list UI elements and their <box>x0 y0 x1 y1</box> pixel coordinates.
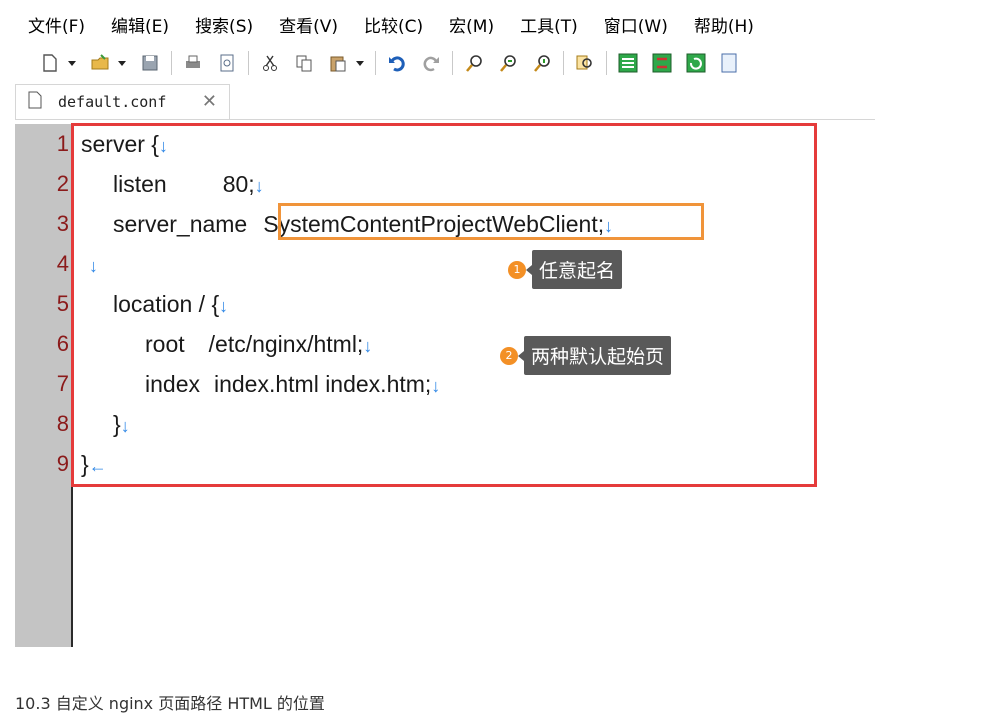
extra-view-icon[interactable] <box>719 52 741 74</box>
newline-mark: ↓ <box>254 176 264 196</box>
tab-default-conf[interactable]: default.conf ✕ <box>15 84 230 119</box>
code-line-8: }↓ <box>113 404 130 446</box>
code-line-6: root/etc/nginx/html;↓ <box>145 324 372 366</box>
code-line-1: server {↓ <box>81 124 168 166</box>
menu-tools[interactable]: 工具(T) <box>507 12 591 37</box>
line-number: 1 <box>56 131 69 156</box>
copy-icon[interactable] <box>293 52 315 74</box>
print-icon[interactable] <box>182 52 204 74</box>
line-number: 4 <box>56 251 69 276</box>
code-line-9: }← <box>81 444 107 486</box>
dropdown-icon[interactable] <box>67 52 77 74</box>
newline-mark: ↓ <box>363 336 373 356</box>
tab-bar: default.conf ✕ <box>15 84 875 120</box>
end-of-file-mark: ← <box>88 456 107 476</box>
code-editor[interactable]: server {↓ listen 80;↓ server_name SystemCo… <box>73 124 875 647</box>
annotation-callout-2: 2 两种默认起始页 <box>500 336 672 375</box>
menu-macro[interactable]: 宏(M) <box>436 12 507 37</box>
toolbar-separator <box>606 51 607 75</box>
save-icon[interactable] <box>139 52 161 74</box>
line-number: 7 <box>56 371 69 396</box>
toolbar-separator <box>452 51 453 75</box>
undo-icon[interactable] <box>386 52 408 74</box>
toolbar-separator <box>171 51 172 75</box>
code-text: index <box>145 371 200 397</box>
cut-icon[interactable] <box>259 52 281 74</box>
code-text: index.html index.htm; <box>213 371 432 397</box>
code-text: } <box>113 411 121 437</box>
newline-mark: ↓ <box>604 216 614 236</box>
wrap-icon[interactable] <box>617 52 639 74</box>
toolbar-separator <box>248 51 249 75</box>
page-caption: 10.3 自定义 nginx 页面路径 HTML 的位置 <box>15 694 325 713</box>
menu-view[interactable]: 查看(V) <box>266 12 351 37</box>
menu-bar: 文件(F) 编辑(E) 搜索(S) 查看(V) 比较(C) 宏(M) 工具(T)… <box>15 6 767 42</box>
line-number: 2 <box>56 171 69 196</box>
refresh-icon[interactable] <box>685 52 707 74</box>
line-number: 3 <box>56 211 69 236</box>
line-number: 5 <box>56 291 69 316</box>
menu-window[interactable]: 窗口(W) <box>591 12 681 37</box>
close-icon[interactable]: ✕ <box>202 91 217 112</box>
menu-compare[interactable]: 比较(C) <box>351 12 436 37</box>
toolbar-separator <box>375 51 376 75</box>
find-icon[interactable] <box>463 52 485 74</box>
print-preview-icon[interactable] <box>216 52 238 74</box>
code-text: /etc/nginx/html; <box>208 331 364 357</box>
dropdown-icon[interactable] <box>355 52 365 74</box>
paste-icon[interactable] <box>327 52 349 74</box>
code-text: server_name <box>113 211 248 237</box>
sync-scroll-icon[interactable] <box>651 52 673 74</box>
menu-search[interactable]: 搜索(S) <box>182 12 266 37</box>
toolbar-separator <box>563 51 564 75</box>
code-text: 80; <box>222 171 255 197</box>
newline-mark: ↓ <box>158 136 168 156</box>
menu-edit[interactable]: 编辑(E) <box>98 12 182 37</box>
dropdown-icon[interactable] <box>117 52 127 74</box>
newline-mark: ↓ <box>431 376 441 396</box>
annotation-label: 两种默认起始页 <box>517 336 672 375</box>
line-number: 8 <box>56 411 69 436</box>
code-line-3: server_name SystemContentProjectWebClient… <box>113 204 613 246</box>
redo-icon[interactable] <box>420 52 442 74</box>
annotation-number: 2 <box>500 346 518 365</box>
code-line-2: listen 80;↓ <box>113 164 264 206</box>
editor-window: 文件(F) 编辑(E) 搜索(S) 查看(V) 比较(C) 宏(M) 工具(T)… <box>15 0 875 647</box>
line-number: 6 <box>56 331 69 356</box>
annotation-label: 任意起名 <box>525 250 623 289</box>
line-number: 9 <box>56 451 69 476</box>
code-text: location / { <box>113 291 220 317</box>
find-in-files-icon[interactable] <box>574 52 596 74</box>
newline-mark: ↓ <box>89 256 98 276</box>
new-file-icon[interactable] <box>39 52 61 74</box>
code-text: server { <box>81 131 159 157</box>
find-prev-icon[interactable] <box>531 52 553 74</box>
open-folder-icon[interactable] <box>89 52 111 74</box>
server-name-value: SystemContentProjectWebClient; <box>263 211 605 237</box>
code-line-5: location / {↓ <box>113 284 228 326</box>
code-text: root <box>145 331 185 357</box>
annotation-number: 1 <box>508 260 526 279</box>
menu-help[interactable]: 帮助(H) <box>681 12 767 37</box>
file-icon <box>16 91 58 113</box>
find-next-icon[interactable] <box>497 52 519 74</box>
line-number-gutter: 1 2 3 4 5 6 7 8 9 <box>15 124 73 647</box>
newline-mark: ↓ <box>219 296 229 316</box>
code-line-4: ↓ <box>89 244 98 286</box>
newline-mark: ↓ <box>120 416 130 436</box>
menu-file[interactable]: 文件(F) <box>15 12 98 37</box>
annotation-callout-1: 1 任意起名 <box>508 250 623 289</box>
tab-filename: default.conf <box>58 93 167 111</box>
code-line-7: index index.html index.htm;↓ <box>145 364 440 406</box>
toolbar <box>15 44 875 82</box>
code-text: listen <box>113 171 167 197</box>
code-text: } <box>81 451 89 477</box>
